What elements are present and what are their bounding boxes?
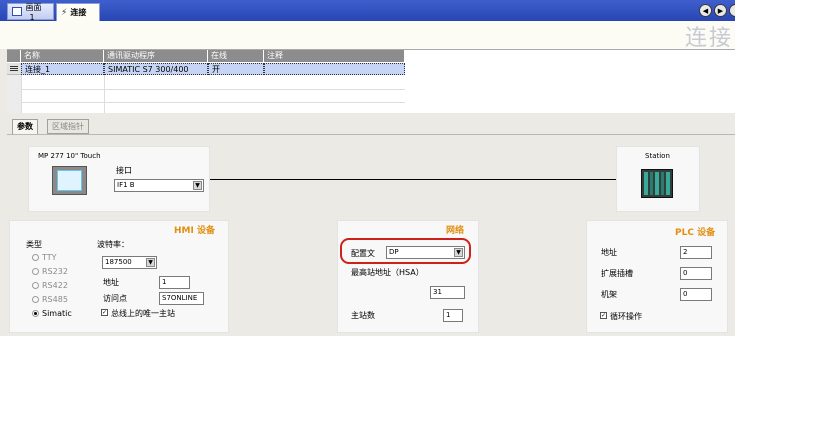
- interface-select[interactable]: IF1 B ▼: [114, 179, 204, 192]
- screen-icon: [12, 7, 23, 16]
- hmi-address-label: 地址: [103, 278, 119, 287]
- rack-input[interactable]: 0: [680, 288, 712, 301]
- profile-label: 配置文: [351, 249, 375, 258]
- hsa-label: 最高站地址（HSA）: [351, 268, 424, 277]
- type-label: 类型: [26, 240, 42, 249]
- scroll-tabs-left-button[interactable]: ◀: [699, 4, 712, 17]
- plc-address-input[interactable]: 2: [680, 246, 712, 259]
- plc-address-label: 地址: [601, 248, 617, 257]
- hmi-panel-title: HMI 设备: [174, 226, 215, 236]
- grid-line: [104, 75, 105, 114]
- scroll-tabs-right-button[interactable]: ▶: [714, 4, 727, 17]
- profile-select[interactable]: DP ▼: [386, 246, 465, 259]
- type-label-tty: TTY: [42, 253, 57, 262]
- arrow-left-icon: ◀: [702, 6, 709, 15]
- tab-connections[interactable]: ⚡ 连接: [56, 3, 100, 21]
- touch-panel-icon: [52, 166, 87, 195]
- page-header: [0, 21, 735, 49]
- type-radio-tty[interactable]: [32, 254, 39, 261]
- column-header-online[interactable]: 在线: [208, 50, 264, 62]
- station-label: Station: [645, 152, 670, 160]
- column-header-comment[interactable]: 注释: [264, 50, 405, 62]
- type-radio-rs232[interactable]: [32, 268, 39, 275]
- cyclic-operation-checkbox[interactable]: ✓: [600, 312, 607, 319]
- type-label-rs485: RS485: [42, 295, 68, 304]
- access-point-label: 访问点: [103, 294, 127, 303]
- network-bus-line: [210, 179, 616, 180]
- row-header-corner: [7, 50, 21, 62]
- editor-tab-bar: [0, 0, 735, 21]
- type-radio-simatic[interactable]: [32, 310, 39, 317]
- hmi-device-name: MP 277 10" Touch: [38, 152, 101, 160]
- baud-rate-select[interactable]: 187500 ▼: [102, 256, 157, 269]
- grid-line: [7, 102, 405, 103]
- master-count-input[interactable]: 1: [443, 309, 463, 322]
- interface-value: IF1 B: [117, 181, 135, 189]
- column-header-driver[interactable]: 通讯驱动程序: [104, 50, 208, 62]
- plc-panel-title: PLC 设备: [675, 228, 716, 238]
- master-count-label: 主站数: [351, 311, 375, 320]
- single-master-checkbox[interactable]: ✓: [101, 309, 108, 316]
- arrow-right-icon: ▶: [717, 6, 724, 15]
- rack-label: 机架: [601, 290, 617, 299]
- expansion-slot-input[interactable]: 0: [680, 267, 712, 280]
- baud-rate-value: 187500: [105, 258, 132, 266]
- expansion-slot-label: 扩展插槽: [601, 269, 633, 278]
- grid-line: [7, 89, 405, 90]
- tab-parameters[interactable]: 参数: [12, 119, 38, 135]
- single-master-label: 总线上的唯一主站: [111, 309, 175, 318]
- hmi-address-input[interactable]: 1: [159, 276, 190, 289]
- page-title: 连接: [684, 26, 733, 51]
- chevron-down-icon: ▼: [193, 181, 202, 190]
- tab-area-pointers[interactable]: 区域指针: [47, 119, 89, 134]
- connections-table: 名称 通讯驱动程序 在线 注释 连接_1 SIMATIC S7 300/400 …: [7, 49, 735, 114]
- row-handle-icon[interactable]: [7, 63, 21, 75]
- screenshot-area: 画面_1 ⚡ 连接 ◀ ▶ 连接 名称 通讯驱动程序 在线 注释 连接_1 SI…: [0, 0, 735, 336]
- cell-connection-name[interactable]: 连接_1: [21, 63, 104, 75]
- interface-label: 接口: [116, 166, 132, 175]
- cyclic-operation-label: 循环操作: [610, 312, 642, 321]
- type-label-rs232: RS232: [42, 267, 68, 276]
- type-radio-rs485[interactable]: [32, 296, 39, 303]
- chevron-down-icon: ▼: [454, 248, 463, 257]
- grid-line: [21, 75, 22, 114]
- connection-icon: ⚡: [61, 7, 68, 18]
- hsa-input[interactable]: 31: [430, 286, 465, 299]
- access-point-input[interactable]: S7ONLINE: [159, 292, 204, 305]
- param-tab-bar: [0, 113, 735, 135]
- cell-driver[interactable]: SIMATIC S7 300/400: [104, 63, 208, 75]
- type-label-rs422: RS422: [42, 281, 68, 290]
- type-radio-rs422[interactable]: [32, 282, 39, 289]
- close-editor-icon[interactable]: [729, 4, 735, 17]
- row-header-column: [7, 75, 21, 114]
- plc-station-icon: [641, 169, 673, 198]
- tab-screen-1[interactable]: 画面_1: [7, 2, 54, 22]
- cell-comment[interactable]: [264, 63, 405, 75]
- column-header-name[interactable]: 名称: [21, 50, 104, 62]
- chevron-down-icon: ▼: [146, 258, 155, 267]
- cell-online[interactable]: 开: [208, 63, 264, 75]
- network-panel-title: 网络: [446, 226, 465, 236]
- type-label-simatic: Simatic: [42, 309, 72, 318]
- baud-rate-label: 波特率：: [97, 240, 129, 249]
- tab-connections-label: 连接: [70, 8, 87, 17]
- profile-value: DP: [389, 248, 399, 256]
- tab-screen-1-label: 画面_1: [25, 2, 42, 22]
